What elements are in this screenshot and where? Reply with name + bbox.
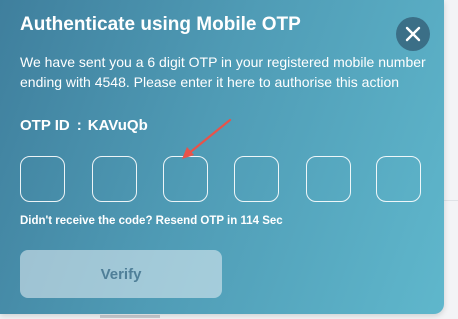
otp-digit-6-input[interactable]	[376, 156, 421, 202]
otp-id-value: KAVuQb	[87, 117, 148, 134]
resend-prompt: Didn't receive the code?	[20, 215, 153, 227]
otp-id-row: OTP ID: KAVuQb	[20, 117, 148, 134]
otp-digit-1-input[interactable]	[20, 156, 65, 202]
otp-digit-4-input[interactable]	[234, 156, 279, 202]
annotation-arrow-icon	[182, 118, 232, 159]
resend-otp-link[interactable]: Resend OTP	[156, 215, 224, 227]
verify-button[interactable]: Verify	[20, 250, 222, 298]
otp-digit-5-input[interactable]	[306, 156, 351, 202]
otp-id-separator: :	[76, 117, 82, 134]
dialog-title: Authenticate using Mobile OTP	[20, 14, 301, 35]
resend-timer: in 114 Sec	[227, 215, 283, 227]
otp-dialog: Authenticate using Mobile OTP We have se…	[0, 0, 444, 314]
close-icon	[405, 26, 421, 42]
background-content-fragment	[100, 315, 160, 318]
resend-otp-row: Didn't receive the code? Resend OTP in 1…	[20, 215, 283, 227]
otp-instructions: We have sent you a 6 digit OTP in your r…	[20, 54, 426, 90]
close-button[interactable]	[396, 17, 430, 51]
otp-digit-2-input[interactable]	[92, 156, 137, 202]
background-divider	[444, 200, 458, 201]
otp-id-label: OTP ID	[20, 117, 70, 134]
